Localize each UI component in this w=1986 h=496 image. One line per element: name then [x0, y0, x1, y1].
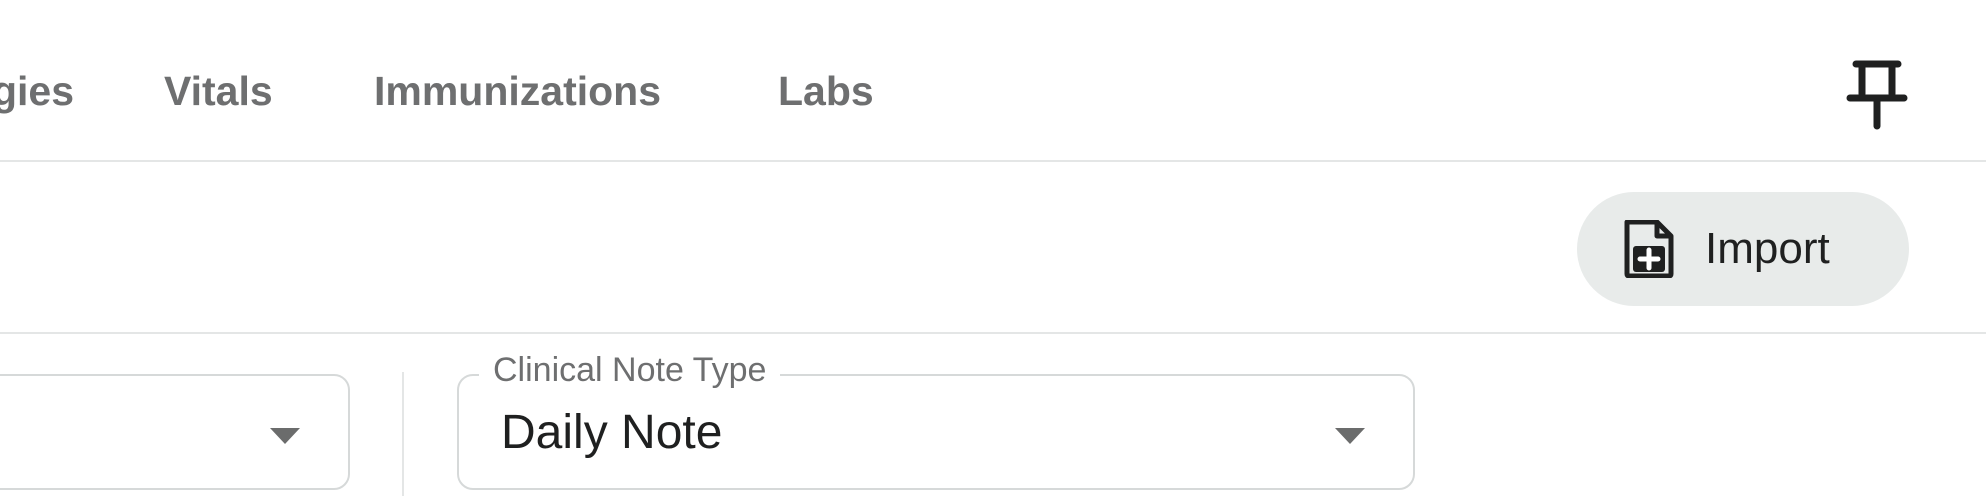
tab-bar: gies Vitals Immunizations Labs [0, 0, 1986, 162]
tab-vitals[interactable]: Vitals [164, 66, 273, 116]
divider [402, 372, 404, 496]
clinical-note-type-label: Clinical Note Type [479, 348, 781, 392]
chevron-down-icon [1335, 428, 1365, 444]
filter-select[interactable] [0, 374, 350, 490]
import-label: Import [1705, 224, 1830, 273]
clinical-note-type-select[interactable]: Clinical Note Type Daily Note [457, 348, 1415, 490]
pin-icon[interactable] [1846, 60, 1908, 130]
clinical-note-type-value: Daily Note [501, 406, 723, 459]
toolbar: Import [0, 162, 1986, 334]
tab-labs[interactable]: Labs [778, 66, 874, 116]
tab-allergies[interactable]: gies [0, 66, 74, 116]
filter-row: Clinical Note Type Daily Note [0, 334, 1986, 496]
chevron-down-icon [270, 428, 300, 444]
import-button[interactable]: Import [1577, 192, 1909, 306]
file-plus-icon [1623, 219, 1675, 279]
tab-immunizations[interactable]: Immunizations [374, 66, 661, 116]
